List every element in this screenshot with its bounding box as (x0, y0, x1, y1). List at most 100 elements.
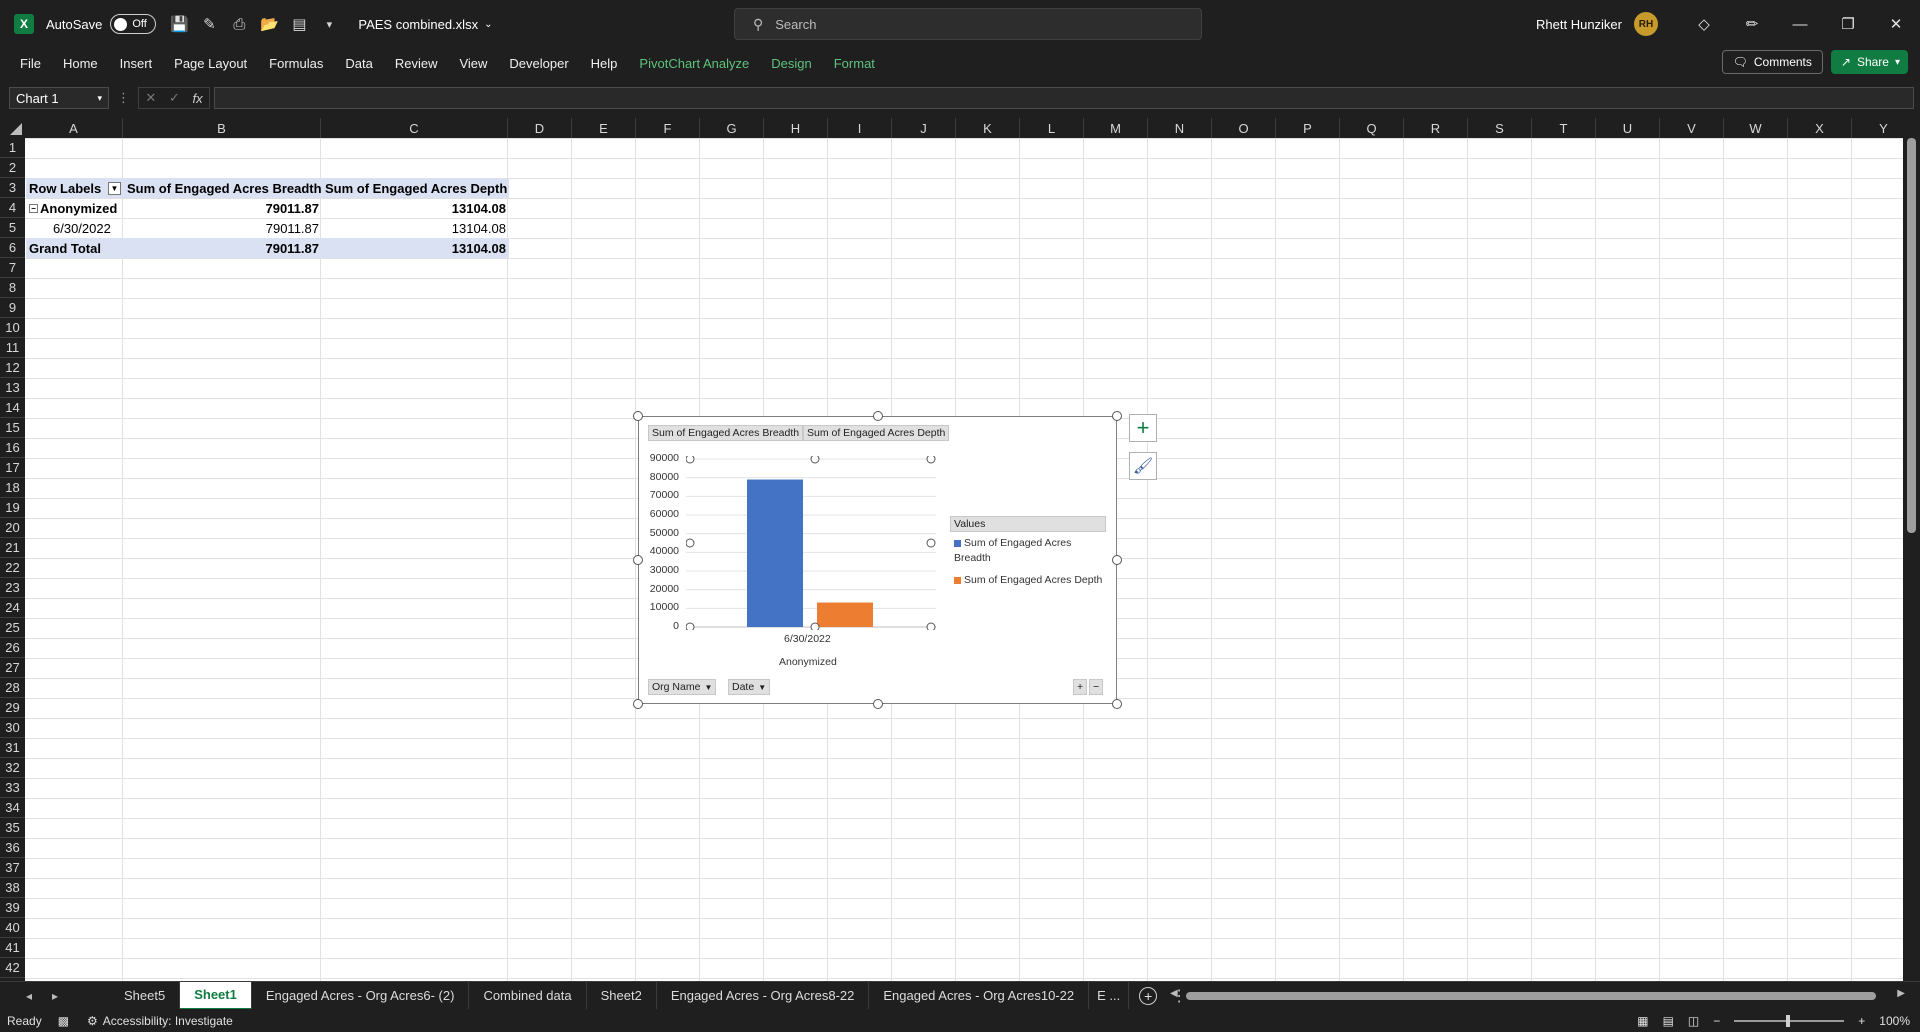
column-header[interactable]: C (321, 118, 508, 138)
tab-home[interactable]: Home (52, 56, 109, 71)
row-header[interactable]: 40 (0, 918, 25, 938)
row-header[interactable]: 32 (0, 758, 25, 778)
comments-button[interactable]: 🗨 Comments (1721, 50, 1823, 74)
more-options-icon[interactable]: ⋮ (117, 90, 130, 106)
save-icon[interactable]: 💾 (164, 9, 194, 39)
column-header[interactable]: R (1404, 118, 1468, 138)
bar-breadth[interactable] (747, 479, 803, 627)
row-header[interactable]: 16 (0, 438, 25, 458)
form-icon[interactable]: ✎ (194, 9, 224, 39)
row-header[interactable]: 7 (0, 258, 25, 278)
column-header[interactable]: L (1020, 118, 1084, 138)
vertical-scrollbar[interactable] (1903, 118, 1920, 981)
pivot-item-depth[interactable]: 13104.08 (322, 218, 509, 238)
row-header[interactable]: 38 (0, 878, 25, 898)
row-header[interactable]: 26 (0, 638, 25, 658)
column-header[interactable]: A (25, 118, 123, 138)
tab-design[interactable]: Design (760, 56, 822, 71)
row-header[interactable]: 4 (0, 198, 25, 218)
tab-file[interactable]: File (9, 56, 52, 71)
horizontal-scroll-thumb[interactable] (1186, 992, 1876, 1000)
plot-resize-handle[interactable] (686, 538, 695, 548)
row-header[interactable]: 12 (0, 358, 25, 378)
row-header[interactable]: 33 (0, 778, 25, 798)
column-header[interactable]: U (1596, 118, 1660, 138)
column-header[interactable]: D (508, 118, 572, 138)
column-header[interactable]: X (1788, 118, 1852, 138)
select-all-corner[interactable] (0, 118, 25, 138)
column-header[interactable]: S (1468, 118, 1532, 138)
resize-handle[interactable] (1112, 699, 1122, 709)
vertical-scroll-thumb[interactable] (1907, 138, 1916, 533)
tab-prev-icon[interactable]: ◂ (16, 989, 42, 1003)
value-field-button-depth[interactable]: Sum of Engaged Acres Depth (803, 425, 950, 441)
pivot-item-label[interactable]: 6/30/2022 (26, 218, 124, 238)
row-header[interactable]: 34 (0, 798, 25, 818)
row-header[interactable]: 13 (0, 378, 25, 398)
resize-handle[interactable] (633, 555, 643, 565)
page-layout-view-icon[interactable]: ▤ (1663, 1014, 1674, 1028)
pivot-group-depth[interactable]: 13104.08 (322, 198, 509, 218)
tab-data[interactable]: Data (334, 56, 383, 71)
row-header[interactable]: 25 (0, 618, 25, 638)
page-layout-icon[interactable]: ▤ (284, 9, 314, 39)
row-header[interactable]: 37 (0, 858, 25, 878)
sheet-tab-sheet5[interactable]: Sheet5 (110, 981, 181, 1010)
row-header[interactable]: 22 (0, 558, 25, 578)
pivot-total-depth[interactable]: 13104.08 (322, 238, 509, 258)
column-header[interactable]: P (1276, 118, 1340, 138)
tab-insert[interactable]: Insert (109, 56, 164, 71)
zoom-out-icon[interactable]: − (1713, 1014, 1720, 1028)
insert-function-button[interactable]: fx (193, 91, 203, 106)
close-icon[interactable]: ✕ (1872, 0, 1920, 48)
plot-resize-handle[interactable] (926, 622, 936, 630)
row-header[interactable]: 31 (0, 738, 25, 758)
pivot-group-row[interactable]: − Anonymized (26, 198, 124, 218)
row-header[interactable]: 29 (0, 698, 25, 718)
customize-toolbar-icon[interactable]: ▾ (314, 9, 344, 39)
row-header[interactable]: 18 (0, 478, 25, 498)
legend-item-depth[interactable]: Sum of Engaged Acres Depth (954, 573, 1114, 588)
horizontal-scrollbar[interactable]: ◀ ▶ (1170, 988, 1905, 1002)
column-header[interactable]: F (636, 118, 700, 138)
row-header[interactable]: 5 (0, 218, 25, 238)
column-header[interactable]: H (764, 118, 828, 138)
column-header[interactable]: G (700, 118, 764, 138)
file-name-dropdown[interactable]: PAES combined.xlsx ⌄ (358, 17, 492, 32)
sheet-tab-combined-data[interactable]: Combined data (469, 981, 587, 1010)
resize-handle[interactable] (633, 699, 643, 709)
row-header[interactable]: 9 (0, 298, 25, 318)
bar-depth[interactable] (817, 602, 873, 627)
column-header[interactable]: O (1212, 118, 1276, 138)
column-header[interactable]: I (828, 118, 892, 138)
tab-help[interactable]: Help (580, 56, 629, 71)
tab-next-icon[interactable]: ▸ (42, 989, 68, 1003)
legend-title[interactable]: Values (950, 516, 1106, 532)
column-header[interactable]: Q (1340, 118, 1404, 138)
plot-resize-handle[interactable] (926, 456, 936, 464)
add-sheet-icon[interactable]: + (1139, 986, 1158, 1005)
column-header[interactable]: B (123, 118, 321, 138)
autosave-toggle[interactable]: Off (110, 14, 157, 34)
tab-review[interactable]: Review (384, 56, 449, 71)
search-box[interactable]: ⚲ Search (734, 8, 1202, 40)
chart-elements-button[interactable]: + (1129, 414, 1157, 442)
row-header[interactable]: 35 (0, 818, 25, 838)
accessibility-status[interactable]: Accessibility: Investigate (103, 1014, 233, 1028)
pivot-header-depth[interactable]: Sum of Engaged Acres Depth (322, 178, 509, 198)
tab-format[interactable]: Format (823, 56, 886, 71)
row-header[interactable]: 20 (0, 518, 25, 538)
row-header[interactable]: 28 (0, 678, 25, 698)
row-header[interactable]: 23 (0, 578, 25, 598)
row-header[interactable]: 2 (0, 158, 25, 178)
row-header[interactable]: 8 (0, 278, 25, 298)
pivot-item-breadth[interactable]: 79011.87 (124, 218, 322, 238)
normal-view-icon[interactable]: ▦ (1637, 1014, 1648, 1028)
value-field-button-breadth[interactable]: Sum of Engaged Acres Breadth (648, 425, 804, 441)
column-header[interactable]: E (572, 118, 636, 138)
row-header[interactable]: 11 (0, 338, 25, 358)
sheet-tab-org-acres8-22[interactable]: Engaged Acres - Org Acres8-22 (657, 981, 870, 1010)
row-header[interactable]: 30 (0, 718, 25, 738)
scroll-right-icon[interactable]: ▶ (1897, 988, 1905, 999)
tab-formulas[interactable]: Formulas (258, 56, 334, 71)
